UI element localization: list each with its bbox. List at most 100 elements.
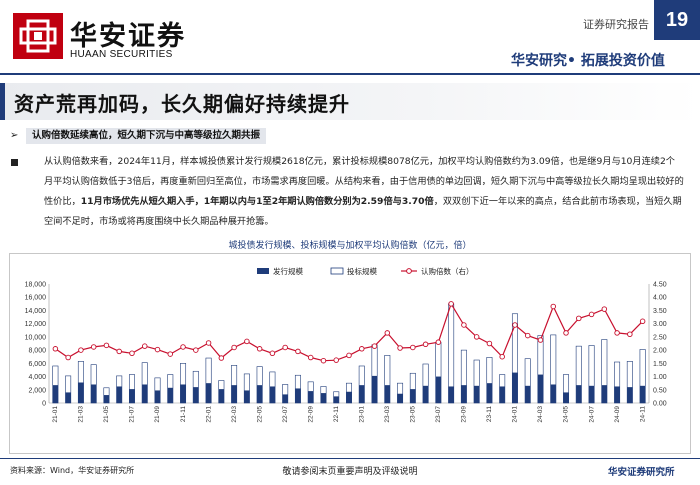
ratio-point [52, 346, 59, 352]
bar-issue [180, 384, 186, 403]
bar-issue [359, 385, 365, 403]
bar-issue [308, 391, 314, 403]
ratio-point [435, 339, 442, 345]
bar-issue [550, 384, 556, 403]
chart-canvas: 发行规模 投标规模 认购倍数（右） 0 2,000 4,000 6,000 8,000 10,0… [25, 266, 667, 423]
y-right-tick-label: 2.00 [653, 348, 667, 355]
bar-issue [486, 383, 493, 403]
ratio-point [627, 331, 633, 337]
ratio-point [639, 318, 646, 325]
ratio-point [90, 344, 97, 350]
y-right-tick-label: 1.50 [653, 361, 667, 368]
footer-divider [0, 458, 700, 459]
ratio-point [550, 303, 557, 310]
ratio-point [524, 332, 531, 339]
bar-issue [231, 385, 237, 403]
legend-label-issue: 发行规模 [273, 266, 303, 276]
bar-issue [154, 390, 161, 403]
bar-issue [422, 385, 429, 403]
ratio-point [218, 355, 225, 361]
x-tick-label: 24-05 [563, 406, 570, 423]
ratio-point [154, 346, 161, 353]
x-tick-label: 22-07 [282, 406, 289, 423]
bar-issue [461, 385, 467, 403]
y-left-tick-label: 8,000 [28, 348, 46, 355]
y-left-tick-label: 10,000 [25, 334, 47, 341]
ratio-point [576, 315, 582, 322]
x-tick-label: 23-11 [486, 406, 493, 423]
bar-issue [384, 385, 390, 403]
x-tick-label: 22-05 [256, 406, 263, 423]
bar-issue [346, 391, 352, 403]
bar-issue [614, 386, 620, 403]
ratio-point [333, 357, 339, 363]
subheading: 认购倍数延续高位，短久期下沉与中高等级拉久期共振 [26, 128, 267, 144]
ratio-point [448, 301, 454, 307]
x-tick-label: 22-01 [205, 406, 212, 423]
brand-name-cn: 华安证券 [70, 21, 186, 52]
y-right-tick-label: 4.00 [653, 295, 667, 302]
x-tick-label: 24-11 [639, 406, 646, 423]
bar-issue [563, 392, 569, 403]
ratio-point [410, 344, 416, 351]
footer-disclaimer: 敬请参阅末页重要声明及评级说明 [282, 467, 418, 477]
bar-issue [435, 376, 442, 403]
bar-issue [269, 386, 276, 403]
bar-issue [65, 392, 71, 403]
ratio-point [359, 346, 365, 352]
bar-issue [52, 385, 59, 403]
bar-issue [499, 386, 505, 403]
x-tick-label: 23-01 [358, 406, 365, 423]
x-tick-label: 24-09 [614, 406, 621, 423]
section-title: 资产荒再加码，长久期偏好持续提升 [14, 92, 350, 116]
ratio-point [180, 344, 186, 350]
y-left-tick-label: 14,000 [25, 308, 47, 315]
ratio-point [269, 350, 276, 357]
ratio-point [116, 348, 122, 355]
bar-issue [205, 383, 212, 403]
bar-issue [116, 386, 122, 403]
bar-issue [78, 382, 84, 403]
x-tick-label: 21-07 [129, 406, 136, 423]
ratio-point [614, 330, 620, 336]
ratio-point [244, 338, 250, 345]
ratio-point [397, 345, 403, 351]
legend-label-ratio: 认购倍数（右） [421, 266, 474, 276]
ratio-point [537, 337, 544, 343]
arrow-bullet-icon: ➢ [10, 130, 19, 141]
bar-issue [129, 389, 135, 403]
bar-issue [397, 393, 403, 403]
ratio-point [512, 322, 518, 328]
bar-issue [193, 387, 199, 403]
brand-name-en: HUAAN SECURITIES [70, 49, 173, 60]
y-right-tick-label: 3.50 [653, 308, 667, 315]
y-left-tick-label: 18,000 [25, 282, 47, 289]
bar-issue [320, 393, 327, 403]
x-tick-label: 23-05 [410, 406, 417, 423]
ratio-point [205, 340, 212, 346]
x-tick-label: 24-07 [588, 406, 595, 423]
x-tick-label: 24-03 [537, 406, 544, 423]
legend-swatch-bid [330, 267, 344, 275]
legend-swatch-issue [257, 268, 269, 274]
ratio-point [65, 354, 71, 361]
bar-issue [142, 384, 148, 403]
ratio-point [473, 334, 480, 340]
ratio-point [231, 344, 237, 351]
bar-issue [588, 385, 595, 403]
bar-issue [601, 385, 607, 403]
bar-issue [448, 386, 454, 403]
y-left-tick-label: 12,000 [25, 321, 47, 328]
bar-issue [91, 384, 97, 403]
bar-issue [218, 389, 225, 403]
page-number: 19 [654, 0, 700, 40]
body-text-emphasis: 11月市场优先从短久期入手，1年期以内与1至2年期认购倍数分别为2.59倍与3.… [80, 196, 434, 207]
bar-issue [525, 385, 531, 403]
x-tick-label: 21-01 [52, 406, 59, 423]
y-left-tick-label: 2,000 [28, 387, 46, 394]
ratio-point [103, 342, 110, 349]
ratio-point [588, 311, 595, 318]
bar-issue [256, 385, 263, 403]
bar-issue [295, 388, 301, 403]
y-left-tick-label: 4,000 [28, 374, 46, 381]
